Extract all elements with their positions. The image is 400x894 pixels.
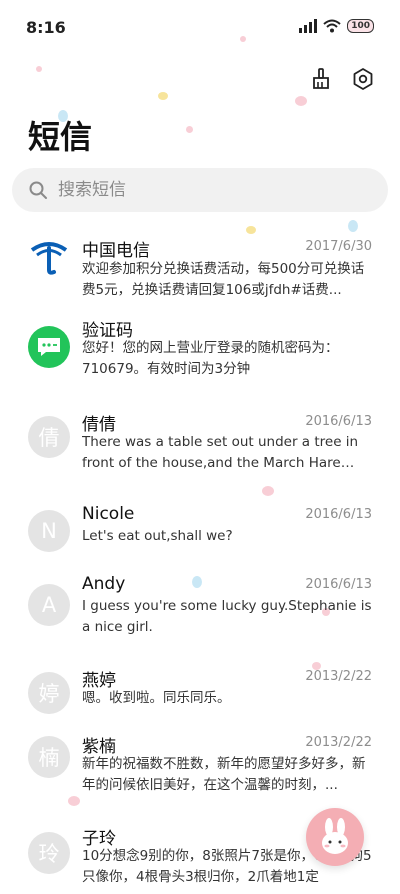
message-preview: 嗯。收到啦。同乐同乐。 xyxy=(82,690,231,706)
search-input[interactable] xyxy=(56,179,360,201)
status-icons: 100 xyxy=(299,19,374,33)
compose-button[interactable] xyxy=(306,808,364,866)
message-date: 2016/6/13 xyxy=(305,414,372,429)
signal-icon xyxy=(299,19,318,33)
message-preview: I guess you're some lucky guy.Stephanie … xyxy=(82,598,372,635)
avatar: A xyxy=(28,584,70,626)
message-row[interactable]: 验证码 您好！您的网上营业厅登录的随机密码为：710679。有效时间为3分钟 xyxy=(0,312,400,406)
decoration-paw xyxy=(295,96,307,106)
message-preview: Let's eat out,shall we? xyxy=(82,528,233,544)
avatar xyxy=(28,326,70,368)
message-date: 2016/6/13 xyxy=(305,507,372,522)
search-icon xyxy=(29,181,47,199)
contact-name: Nicole xyxy=(82,504,135,524)
message-preview: 您好！您的网上营业厅登录的随机密码为：710679。有效时间为3分钟 xyxy=(82,340,339,377)
top-actions xyxy=(308,66,376,92)
message-date: 2016/6/13 xyxy=(305,577,372,592)
contact-name: Andy xyxy=(82,574,126,594)
avatar: N xyxy=(28,510,70,552)
avatar: 倩 xyxy=(28,416,70,458)
message-preview: 新年的祝福数不胜数，新年的愿望好多好多，新年的问候依旧美好，在这个温馨的时刻，.… xyxy=(82,756,366,793)
settings-button[interactable] xyxy=(350,66,376,92)
china-telecom-logo-icon xyxy=(30,242,68,275)
decoration-star xyxy=(158,92,168,100)
settings-gear-icon xyxy=(353,68,373,90)
message-row[interactable]: A Andy 2016/6/13 I guess you're some luc… xyxy=(0,574,400,666)
search-bar[interactable] xyxy=(12,168,388,212)
message-row[interactable]: 倩 倩倩 2016/6/13 There was a table set out… xyxy=(0,406,400,504)
message-preview: 欢迎参加积分兑换话费活动，每500分可兑换话费5元，兑换话费请回复106或jfd… xyxy=(82,261,365,298)
status-time: 8:16 xyxy=(26,18,66,37)
rabbit-icon xyxy=(322,818,348,854)
message-row[interactable]: 中国电信 2017/6/30 欢迎参加积分兑换话费活动，每500分可兑换话费5元… xyxy=(0,226,400,312)
clean-button[interactable] xyxy=(308,66,334,92)
otp-message-icon xyxy=(38,338,60,356)
message-date: 2013/2/22 xyxy=(305,669,372,684)
message-preview: There was a table set out under a tree i… xyxy=(82,434,359,471)
page-title: 短信 xyxy=(28,118,93,156)
battery-icon: 100 xyxy=(347,19,374,33)
avatar: 婷 xyxy=(28,672,70,714)
avatar: 玲 xyxy=(28,832,70,874)
message-row[interactable]: N Nicole 2016/6/13 Let's eat out,shall w… xyxy=(0,504,400,574)
wifi-icon xyxy=(323,19,341,33)
decoration-dot xyxy=(36,66,42,72)
message-date: 2013/2/22 xyxy=(305,735,372,750)
broom-icon xyxy=(313,68,329,89)
message-date: 2017/6/30 xyxy=(305,239,372,254)
message-list: 中国电信 2017/6/30 欢迎参加积分兑换话费活动，每500分可兑换话费5元… xyxy=(0,226,400,894)
status-bar: 8:16 100 xyxy=(0,0,400,48)
avatar: 楠 xyxy=(28,736,70,778)
message-row[interactable]: 婷 燕婷 2013/2/22 嗯。收到啦。同乐同乐。 xyxy=(0,666,400,732)
avatar xyxy=(28,236,70,278)
decoration-dot xyxy=(186,126,193,133)
contact-name: 中国电信 xyxy=(82,241,150,261)
